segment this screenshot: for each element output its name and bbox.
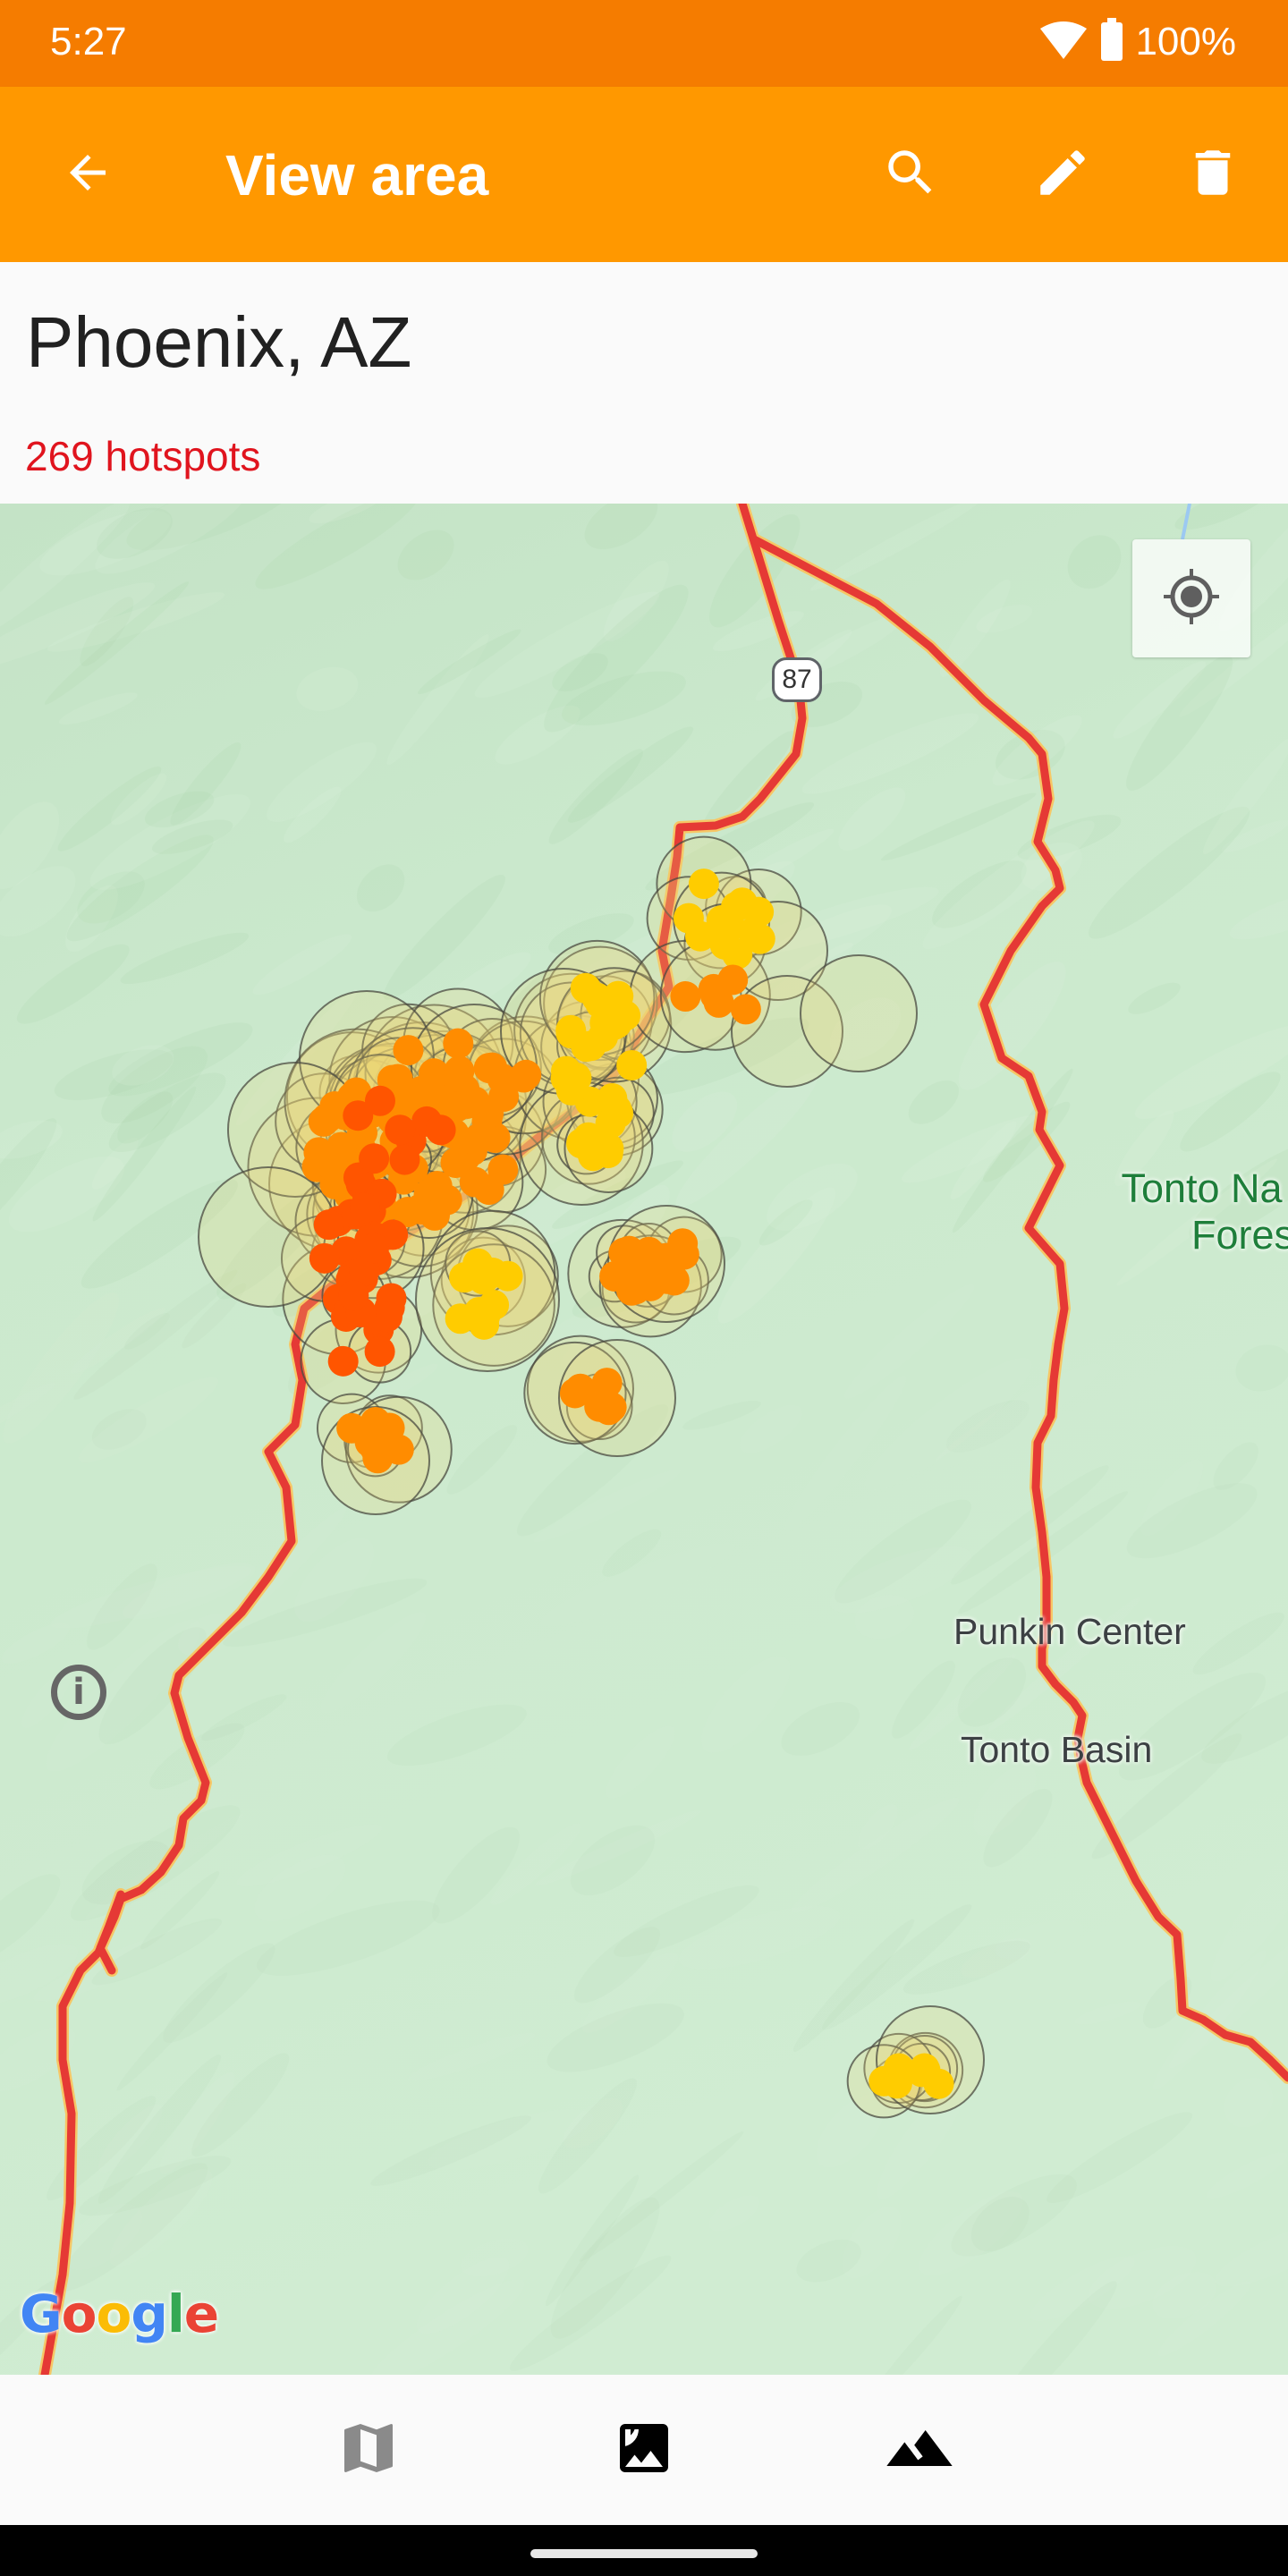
hotspot-marker[interactable] <box>688 869 719 900</box>
bottom-navigation <box>0 2375 1288 2525</box>
hotspot-marker[interactable] <box>559 1377 590 1409</box>
hotspot-marker[interactable] <box>658 1265 690 1296</box>
hotspot-marker[interactable] <box>385 1114 416 1146</box>
app-bar: View area <box>0 87 1288 262</box>
trash-icon <box>1183 143 1242 207</box>
forest-label-line2: Fores <box>1191 1212 1288 1258</box>
route-shield-87: 87 <box>772 657 822 702</box>
hotspot-marker[interactable] <box>364 1336 395 1368</box>
place-title: Phoenix, AZ <box>26 302 412 382</box>
status-time: 5:27 <box>50 20 127 64</box>
hotspot-marker[interactable] <box>343 1100 374 1131</box>
hotspot-marker[interactable] <box>598 1009 630 1040</box>
hotspot-confidence-ring <box>198 1166 339 1308</box>
search-button[interactable] <box>866 130 955 219</box>
hotspot-marker[interactable] <box>673 902 704 934</box>
google-logo-letter: o <box>61 2284 97 2344</box>
battery-icon <box>1099 18 1124 65</box>
home-gesture-handle[interactable] <box>530 2549 758 2558</box>
hotspot-marker[interactable] <box>714 911 745 943</box>
my-location-icon <box>1160 565 1223 632</box>
hotspot-marker[interactable] <box>487 1154 519 1185</box>
delete-button[interactable] <box>1168 130 1258 219</box>
map-info-button[interactable]: i <box>51 1665 106 1720</box>
hotspot-marker[interactable] <box>393 1035 424 1066</box>
hotspot-marker[interactable] <box>670 981 701 1013</box>
battery-percent: 100% <box>1135 19 1236 64</box>
info-icon: i <box>72 1672 85 1713</box>
search-icon <box>881 143 940 207</box>
hotspot-marker[interactable] <box>477 1052 508 1083</box>
hotspot-marker[interactable] <box>479 1290 510 1321</box>
map-view[interactable]: 87 Tonto Na Fores Punkin Center Tonto Ba… <box>0 504 1288 2375</box>
hotspot-marker[interactable] <box>309 1242 340 1274</box>
hotspot-marker[interactable] <box>717 964 749 996</box>
nav-map-view[interactable] <box>306 2394 431 2505</box>
hotspot-marker[interactable] <box>462 1248 494 1279</box>
hotspot-marker[interactable] <box>616 1049 648 1080</box>
map-canvas <box>0 504 1288 2375</box>
hotspot-marker[interactable] <box>359 1143 390 1174</box>
status-icons: 100% <box>1038 18 1236 65</box>
hotspot-confidence-ring <box>800 954 918 1072</box>
hotspot-marker[interactable] <box>555 1074 587 1106</box>
hotspot-marker[interactable] <box>869 2065 900 2097</box>
nav-terrain-view[interactable] <box>857 2394 982 2505</box>
hotspot-marker[interactable] <box>575 1030 606 1062</box>
edit-button[interactable] <box>1018 130 1107 219</box>
google-logo-letter: g <box>131 2284 168 2344</box>
hotspot-marker[interactable] <box>358 1233 389 1264</box>
town-label-tonto-basin: Tonto Basin <box>961 1729 1153 1770</box>
hotspot-marker[interactable] <box>360 1433 391 1464</box>
nav-satellite-view[interactable] <box>581 2394 707 2505</box>
wifi-icon <box>1038 20 1089 64</box>
hotspot-marker[interactable] <box>443 1028 474 1059</box>
hotspot-marker[interactable] <box>508 1062 539 1093</box>
hotspot-marker[interactable] <box>730 994 761 1025</box>
system-navigation-bar <box>0 2525 1288 2576</box>
arrow-back-icon <box>61 146 114 204</box>
hotspot-count: 269 hotspots <box>25 433 261 479</box>
google-logo-letter: l <box>166 2284 185 2344</box>
pencil-icon <box>1033 143 1092 207</box>
google-logo-letter: G <box>20 2284 63 2344</box>
forest-label: Tonto Na Fores <box>1109 1165 1288 1258</box>
google-logo-letter: e <box>183 2284 219 2344</box>
app-title: View area <box>225 143 489 208</box>
hotspot-marker[interactable] <box>444 1055 475 1087</box>
hotspot-marker[interactable] <box>313 1209 344 1241</box>
hotspot-marker[interactable] <box>425 1114 456 1146</box>
back-button[interactable] <box>43 130 132 219</box>
hotspot-marker[interactable] <box>349 1192 380 1224</box>
hotspot-marker[interactable] <box>389 1144 420 1175</box>
forest-label-line1: Tonto Na <box>1121 1165 1283 1211</box>
hotspot-marker[interactable] <box>419 1199 450 1231</box>
hotspot-marker[interactable] <box>303 1137 335 1168</box>
hotspot-marker[interactable] <box>327 1345 359 1377</box>
terrain-icon <box>884 2412 955 2488</box>
hotspot-marker[interactable] <box>593 1133 624 1165</box>
google-logo: Google <box>20 2284 219 2344</box>
status-bar: 5:27 100% <box>0 0 1288 87</box>
image-icon <box>612 2416 676 2485</box>
area-header: Phoenix, AZ 269 hotspots <box>0 262 1288 504</box>
my-location-button[interactable] <box>1132 539 1250 657</box>
map-icon <box>336 2416 401 2485</box>
hotspot-marker[interactable] <box>440 1148 471 1179</box>
hotspot-marker[interactable] <box>453 1086 484 1117</box>
google-logo-letter: o <box>96 2284 131 2344</box>
hotspot-marker[interactable] <box>371 1301 402 1333</box>
hotspot-marker[interactable] <box>581 982 613 1013</box>
hotspot-marker[interactable] <box>633 1236 665 1267</box>
hotspot-marker[interactable] <box>338 1280 369 1311</box>
town-label-punkin-center: Punkin Center <box>953 1611 1186 1652</box>
